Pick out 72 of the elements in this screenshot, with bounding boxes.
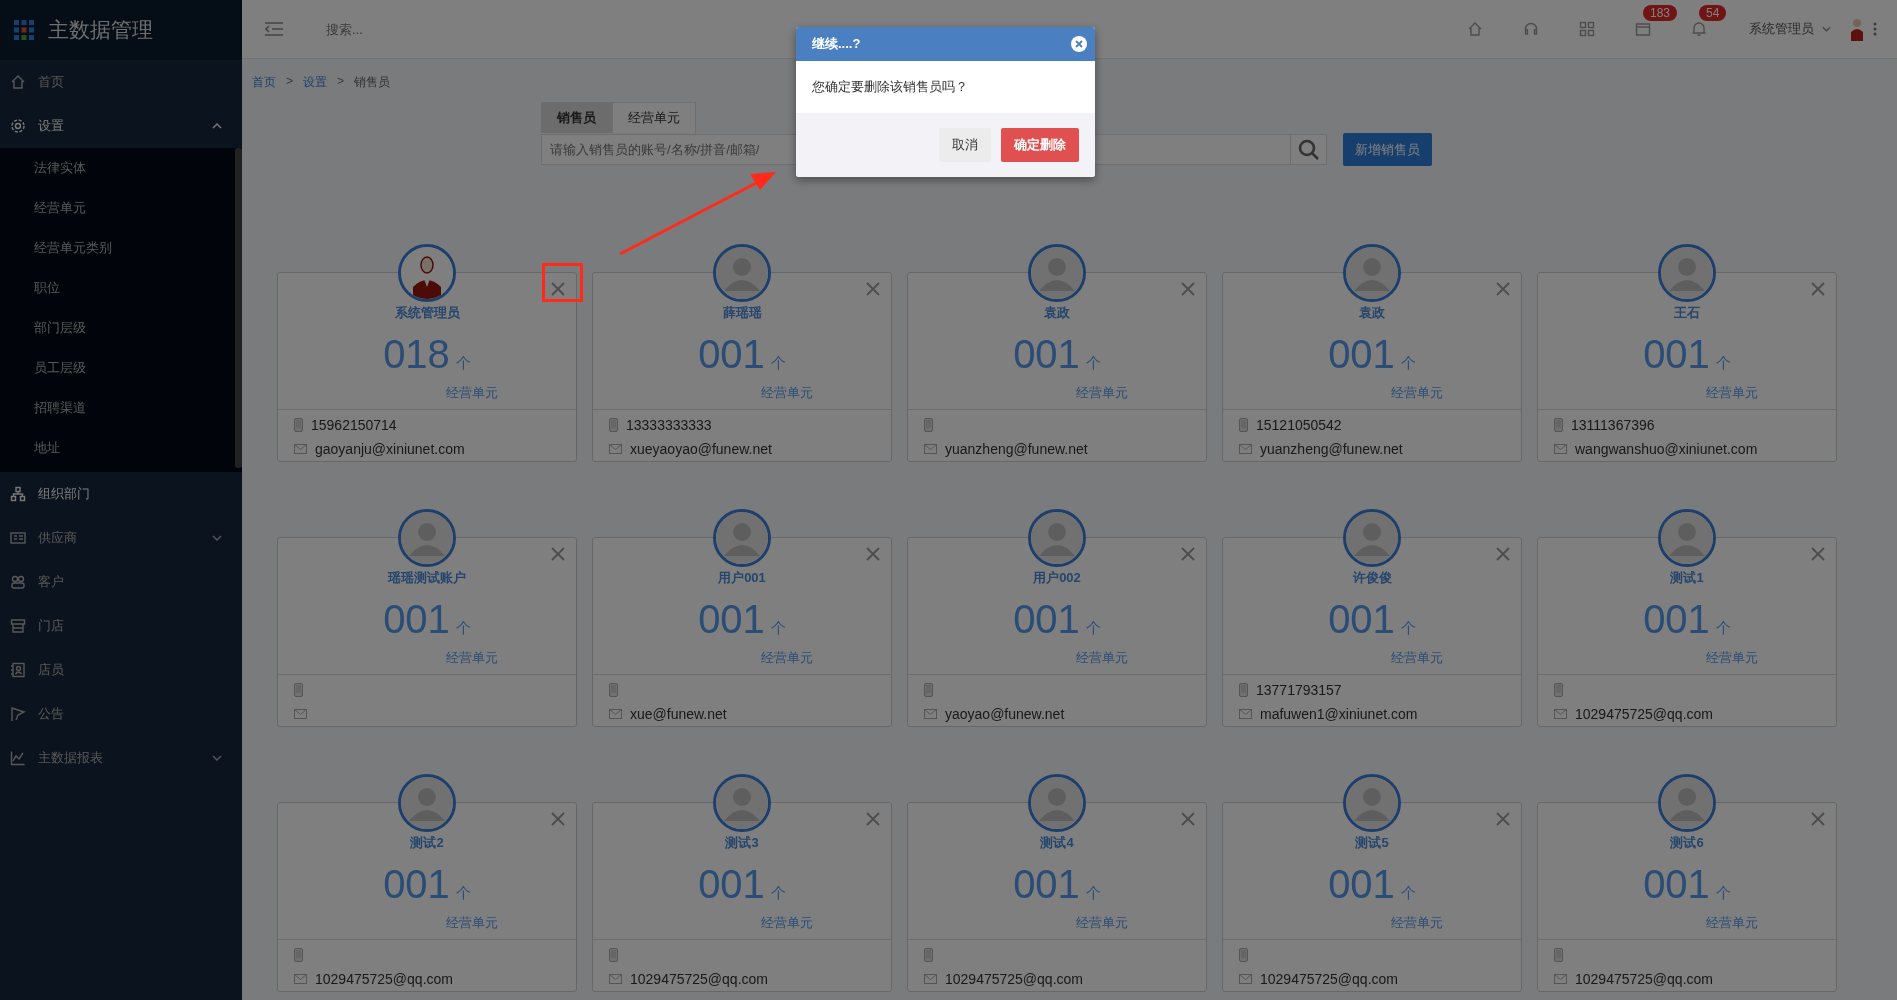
app-title: 主数据管理 <box>48 17 153 43</box>
salesperson-name: 测试2 <box>409 834 445 852</box>
email-address: wangwanshuo@xiniunet.com <box>1575 441 1758 457</box>
count-badge: 183 <box>1643 5 1678 21</box>
email-address: yuanzheng@funew.net <box>1260 441 1403 457</box>
phone-number: 13333333333 <box>626 417 712 433</box>
dialog-title: 继续....? <box>812 35 861 53</box>
unit-count: 001 <box>1328 597 1395 641</box>
salesperson-name: 许俊俊 <box>1351 569 1393 587</box>
dialog-message: 您确定要删除该销售员吗？ <box>812 79 968 94</box>
salesperson-name: 测试3 <box>724 834 760 852</box>
count-unit: 个 <box>770 619 786 638</box>
phone-number: 13771793157 <box>1256 682 1342 698</box>
count-unit: 个 <box>455 619 471 638</box>
unit-count: 001 <box>1643 597 1710 641</box>
unit-count: 001 <box>1013 332 1080 376</box>
email-address: xueyaoyao@funew.net <box>630 441 772 457</box>
email-address: yuanzheng@funew.net <box>945 441 1088 457</box>
unit-count: 001 <box>1643 862 1710 906</box>
email-address: xue@funew.net <box>630 706 727 722</box>
unit-count: 001 <box>698 597 765 641</box>
email-address: mafuwen1@xiniunet.com <box>1260 706 1418 722</box>
count-unit: 个 <box>1085 354 1101 373</box>
email-address: 1029475725@qq.com <box>945 971 1083 987</box>
email-address: 1029475725@qq.com <box>1575 971 1713 987</box>
breadcrumb-item: 销售员 <box>354 74 391 91</box>
count-unit: 个 <box>1085 619 1101 638</box>
count-unit: 个 <box>1400 619 1416 638</box>
email-address: 1029475725@qq.com <box>315 971 453 987</box>
email-address: 1029475725@qq.com <box>630 971 768 987</box>
email-address: 1029475725@qq.com <box>1575 706 1713 722</box>
salesperson-name: 系统管理员 <box>393 304 461 322</box>
unit-count: 001 <box>698 332 765 376</box>
unit-count: 001 <box>1013 862 1080 906</box>
count-unit: 个 <box>1085 884 1101 903</box>
unit-count: 001 <box>1328 332 1395 376</box>
salesperson-name: 薛瑶瑶 <box>721 304 763 322</box>
salesperson-name: 测试6 <box>1669 834 1705 852</box>
count-unit: 个 <box>1400 884 1416 903</box>
unit-count: 001 <box>383 597 450 641</box>
phone-number: 15962150714 <box>311 417 397 433</box>
salesperson-name: 测试4 <box>1039 834 1075 852</box>
count-unit: 个 <box>1715 354 1731 373</box>
count-unit: 个 <box>1715 884 1731 903</box>
salesperson-name: 袁政 <box>1043 304 1071 322</box>
phone-number: 13111367396 <box>1571 417 1655 433</box>
count-unit: 个 <box>770 884 786 903</box>
breadcrumb-separator: > <box>337 74 345 90</box>
count-unit: 个 <box>770 354 786 373</box>
count-unit: 个 <box>1400 354 1416 373</box>
count-unit: 个 <box>455 354 471 373</box>
salesperson-name: 袁政 <box>1358 304 1386 322</box>
count-unit: 个 <box>455 884 471 903</box>
breadcrumb-separator: > <box>286 74 293 90</box>
salesperson-name: 测试1 <box>1669 569 1705 587</box>
unit-count: 001 <box>1643 332 1710 376</box>
salesperson-name: 测试5 <box>1354 834 1390 852</box>
unit-count: 001 <box>383 862 450 906</box>
email-address: yaoyao@funew.net <box>945 706 1065 722</box>
salesperson-name: 用户002 <box>1032 569 1082 587</box>
email-address: gaoyanju@xiniunet.com <box>315 441 465 457</box>
salesperson-name: 用户001 <box>717 569 767 587</box>
phone-number: 15121050542 <box>1256 417 1342 433</box>
unit-count: 001 <box>1328 862 1395 906</box>
unit-count: 018 <box>383 332 450 376</box>
unit-count: 001 <box>1013 597 1080 641</box>
unit-count: 001 <box>698 862 765 906</box>
count-badge: 54 <box>1699 5 1727 21</box>
email-address: 1029475725@qq.com <box>1260 971 1398 987</box>
salesperson-name: 瑶瑶测试账户 <box>386 569 467 587</box>
salesperson-name: 王石 <box>1673 304 1701 322</box>
count-unit: 个 <box>1715 619 1731 638</box>
